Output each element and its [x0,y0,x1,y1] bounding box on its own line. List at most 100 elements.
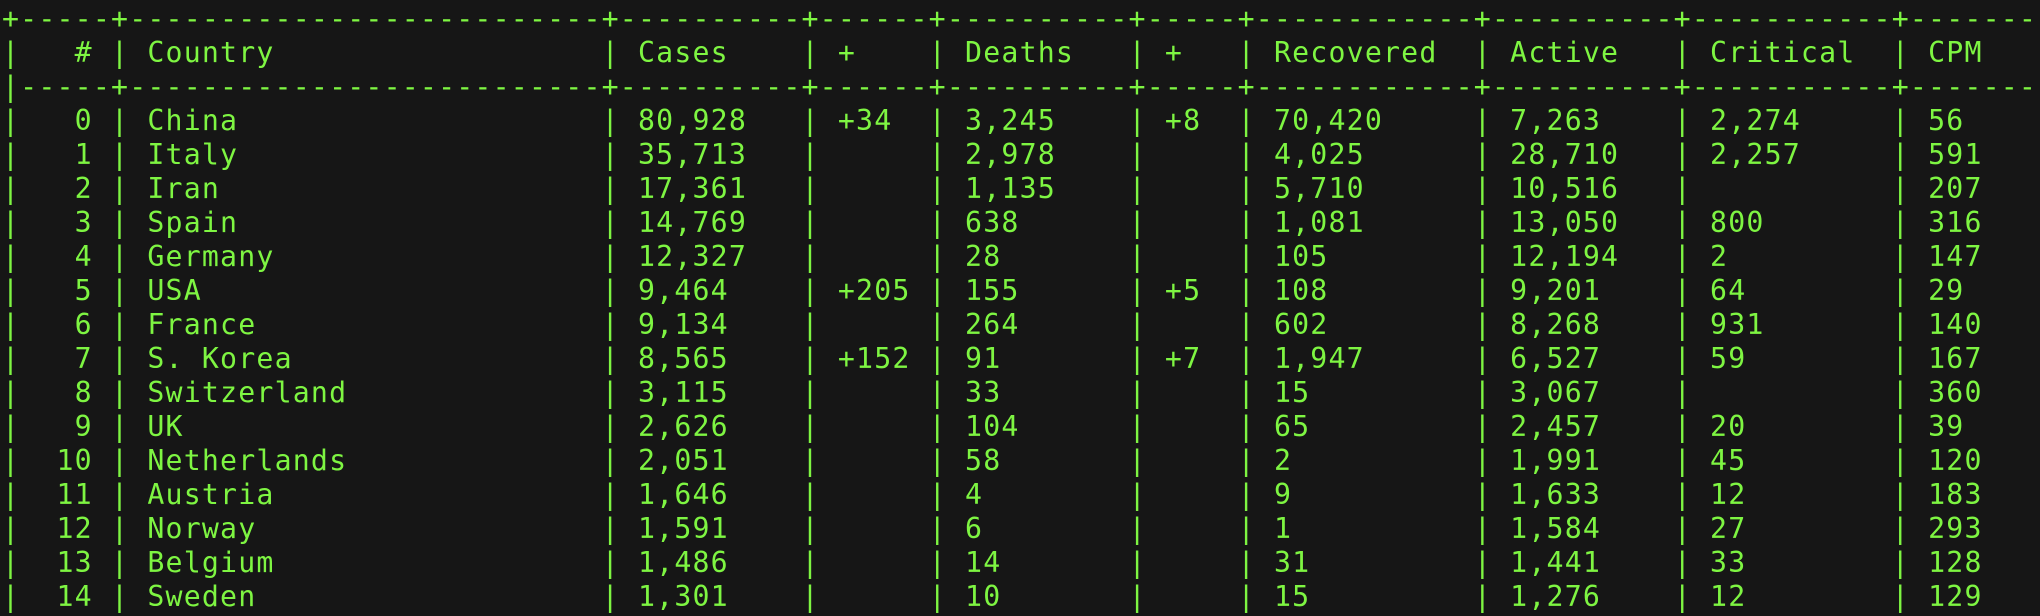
cell-new_deaths [1147,172,1238,205]
cell-country: Italy [129,138,602,171]
cell-country: France [129,308,602,341]
cell-active: 6,527 [1492,342,1674,375]
cell-rank: 14 [20,580,112,613]
cell-recovered: 65 [1255,410,1474,443]
cell-cases: 14,769 [619,206,802,239]
cell-cpm: 140 [1909,308,2038,341]
cell-active: 13,050 [1492,206,1674,239]
cell-cpm: 56 [1909,104,2038,137]
table-row: | 13 | Belgium | 1,486 | | 14 | | 31 | 1… [2,546,2038,579]
table-row: | 4 | Germany | 12,327 | | 28 | | 105 | … [2,240,2038,273]
cell-rank: 0 [20,104,112,137]
cell-new_cases [820,138,929,171]
cell-deaths: 104 [946,410,1129,443]
header-country: Country [129,36,602,69]
cell-new_deaths [1147,580,1238,613]
cell-new_cases [820,546,929,579]
cell-new_cases [820,376,929,409]
cell-rank: 10 [20,444,112,477]
cell-deaths: 264 [946,308,1129,341]
cell-cases: 8,565 [619,342,802,375]
cell-country: S. Korea [129,342,602,375]
cell-rank: 4 [20,240,112,273]
cell-deaths: 3,245 [946,104,1129,137]
cell-new_cases [820,410,929,443]
cell-active: 28,710 [1492,138,1674,171]
cell-new_cases [820,308,929,341]
cell-active: 1,441 [1492,546,1674,579]
header-new_cases: + [819,36,929,69]
cell-deaths: 33 [946,376,1129,409]
header-critical: Critical [1691,36,1892,69]
cell-new_cases: +205 [819,274,929,307]
cell-active: 2,457 [1492,410,1674,443]
header-active: Active [1492,36,1674,69]
cell-new_deaths [1147,512,1238,545]
cell-recovered: 108 [1255,274,1474,307]
table-row: | 8 | Switzerland | 3,115 | | 33 | | 15 … [2,376,2038,409]
cell-cases: 9,464 [619,274,802,307]
cell-new_deaths: +5 [1146,274,1238,307]
cell-cases: 3,115 [619,376,802,409]
cell-new_deaths [1147,444,1238,477]
cell-active: 1,276 [1492,580,1674,613]
table-header-row: | # | Country | Cases | + | Deaths | + |… [2,36,2038,69]
cell-cpm: 129 [1909,580,2038,613]
cell-recovered: 15 [1255,580,1474,613]
cell-cpm: 29 [1909,274,2038,307]
cell-country: USA [129,274,602,307]
cell-recovered: 5,710 [1255,172,1474,205]
table-body: | 0 | China | 80,928 | +34 | 3,245 | +8 … [2,104,2038,614]
cell-critical: 12 [1691,580,1892,613]
cell-cases: 1,646 [619,478,802,511]
cell-cases: 9,134 [619,308,802,341]
cell-new_deaths [1147,410,1238,443]
cell-recovered: 9 [1255,478,1474,511]
cell-rank: 7 [20,342,112,375]
cell-recovered: 70,420 [1255,104,1474,137]
cell-rank: 3 [20,206,112,239]
cell-critical [1692,376,1892,409]
cell-critical: 45 [1691,444,1892,477]
cell-active: 12,194 [1492,240,1674,273]
table-row: | 14 | Sweden | 1,301 | | 10 | | 15 | 1,… [2,580,2038,613]
cell-new_deaths [1147,546,1238,579]
header-deaths: Deaths [946,36,1129,69]
terminal-window: +-----+--------------------------+------… [2,2,2038,614]
cell-cases: 1,591 [619,512,802,545]
cell-new_deaths [1147,206,1238,239]
cell-rank: 12 [20,512,112,545]
cell-new_cases [820,580,929,613]
cell-critical: 931 [1691,308,1892,341]
table-row: | 3 | Spain | 14,769 | | 638 | | 1,081 |… [2,206,2038,239]
cell-new_deaths [1147,376,1238,409]
cell-deaths: 58 [946,444,1129,477]
cell-recovered: 15 [1255,376,1474,409]
cell-cpm: 147 [1909,240,2038,273]
cell-critical: 33 [1691,546,1892,579]
cell-new_cases [820,172,929,205]
cell-critical: 12 [1691,478,1892,511]
cell-deaths: 6 [946,512,1129,545]
cell-rank: 1 [20,138,112,171]
cell-deaths: 14 [946,546,1129,579]
cell-cpm: 207 [1909,172,2038,205]
cell-new_cases [820,240,929,273]
cell-recovered: 4,025 [1255,138,1474,171]
cell-new_cases [820,444,929,477]
cell-critical: 2,257 [1691,138,1892,171]
cell-active: 8,268 [1492,308,1674,341]
cell-active: 1,584 [1492,512,1674,545]
cell-cpm: 39 [1909,410,2038,443]
cell-new_cases [820,206,929,239]
table-row: | 7 | S. Korea | 8,565 | +152 | 91 | +7 … [2,342,2038,375]
cell-new_deaths: +7 [1146,342,1238,375]
cell-deaths: 155 [946,274,1129,307]
cell-new_deaths [1147,308,1238,341]
cell-critical: 800 [1691,206,1892,239]
cell-cases: 2,051 [619,444,802,477]
cell-active: 9,201 [1492,274,1674,307]
cell-active: 10,516 [1492,172,1674,205]
cell-critical [1692,172,1892,205]
cell-country: Iran [129,172,602,205]
